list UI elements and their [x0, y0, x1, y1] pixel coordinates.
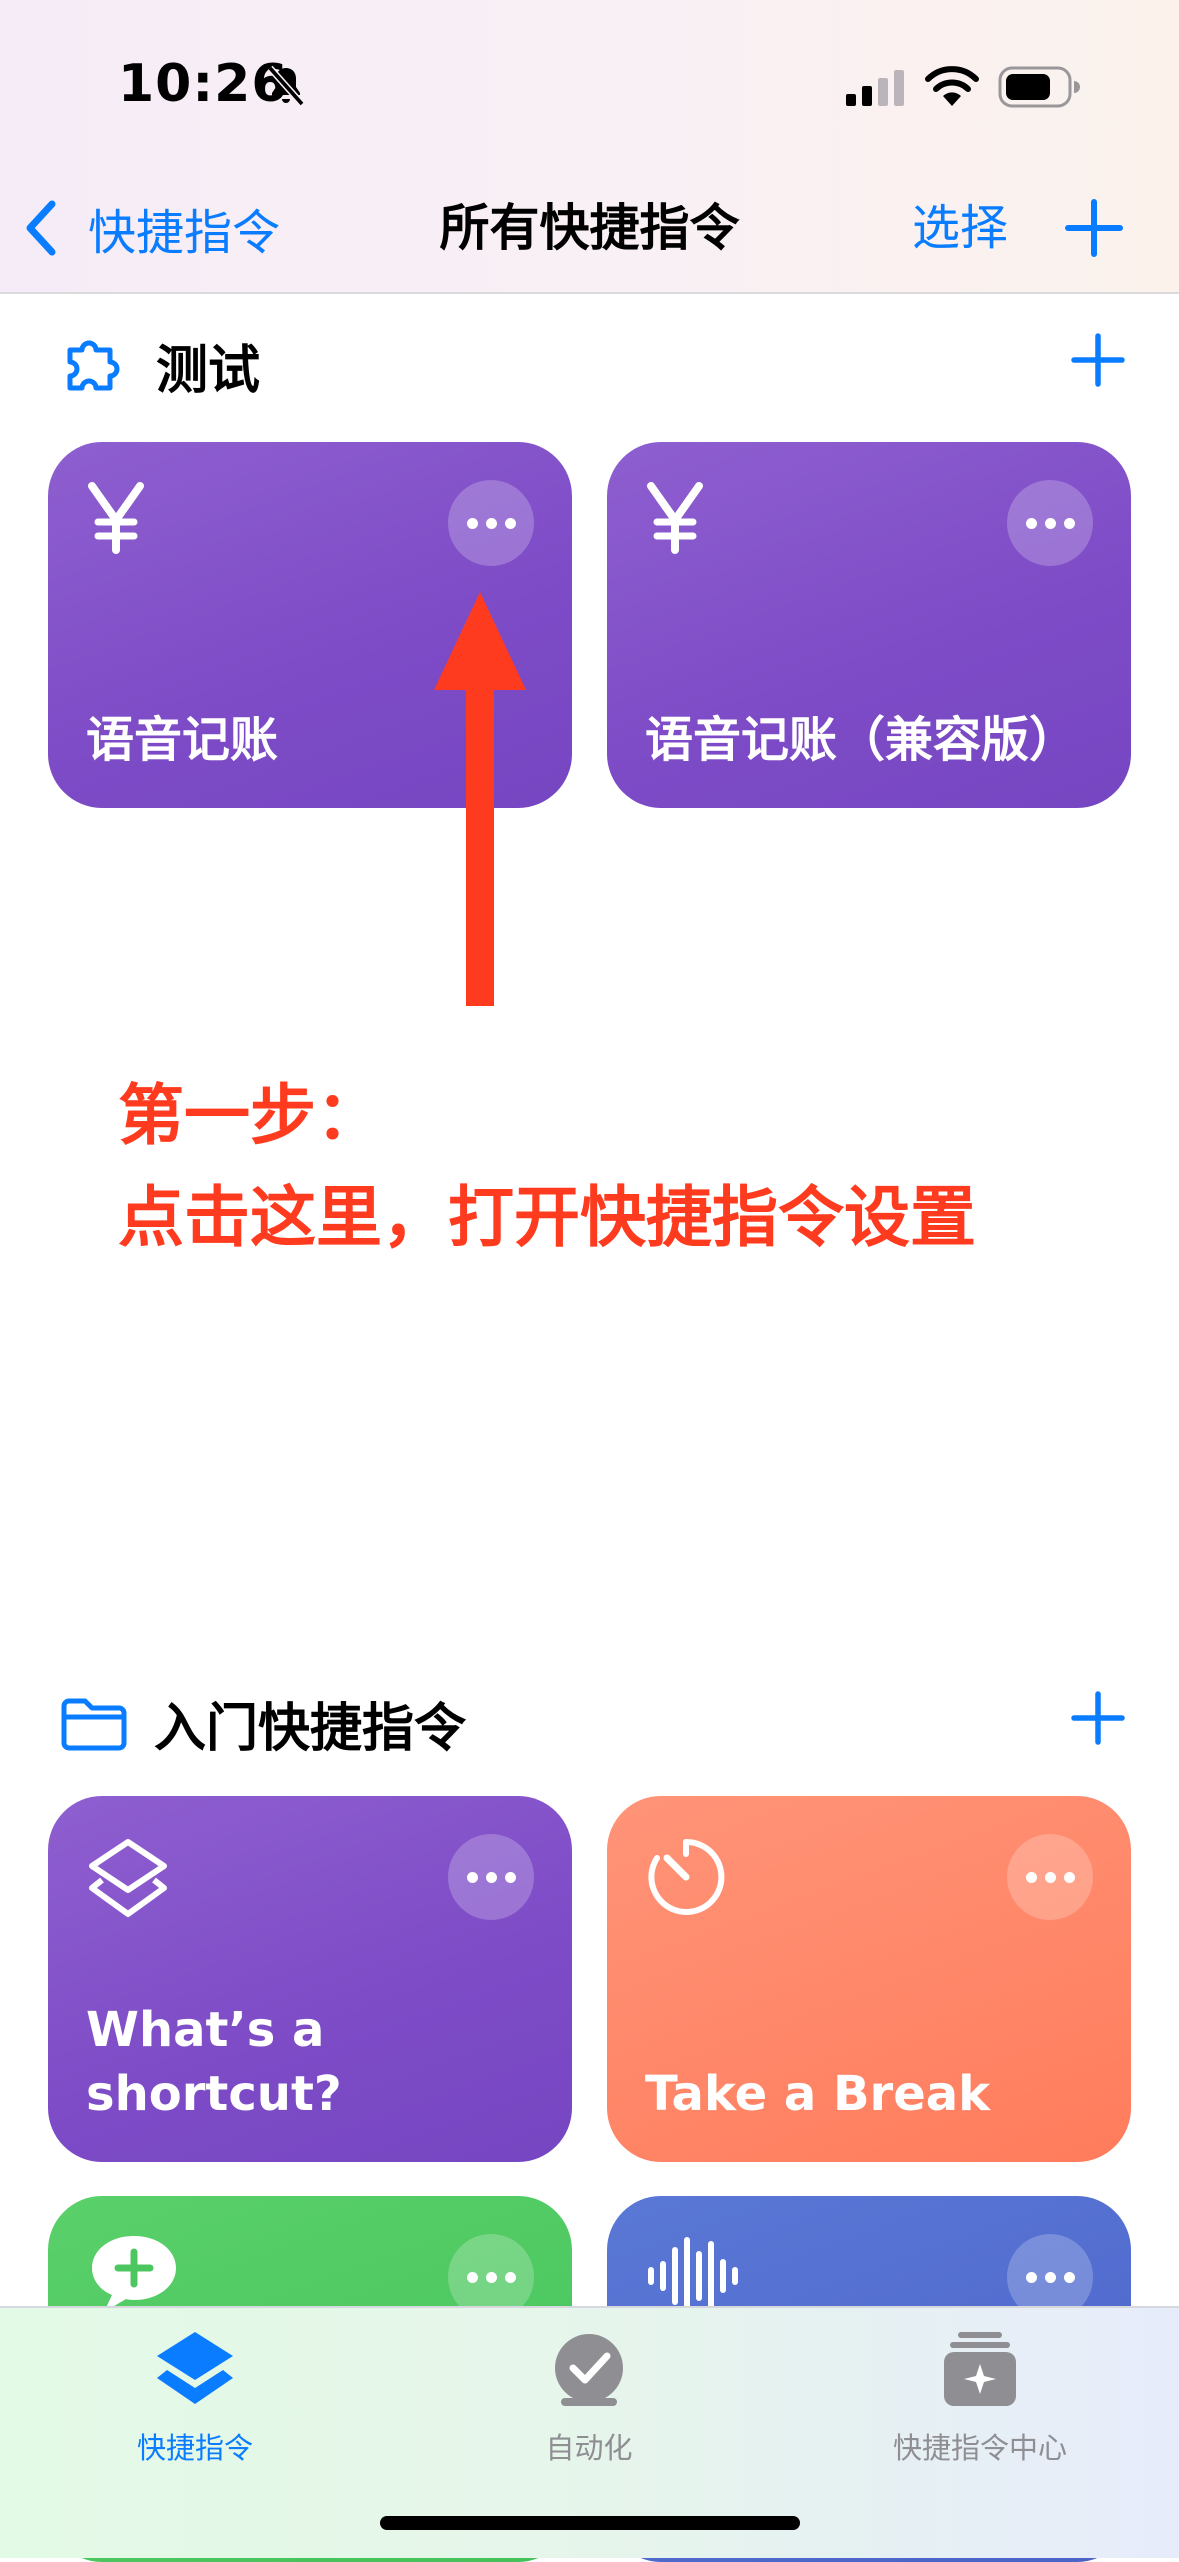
- shortcut-card[interactable]: What’s a shortcut?: [48, 1796, 572, 2162]
- add-to-folder-button[interactable]: [1066, 1686, 1130, 1750]
- battery-icon: [998, 66, 1080, 108]
- yen-icon: [647, 482, 703, 554]
- tab-label: 快捷指令: [136, 2431, 253, 2465]
- add-shortcut-button[interactable]: [1062, 196, 1126, 260]
- shortcut-card[interactable]: 语音记账（兼容版）: [607, 442, 1131, 808]
- select-button[interactable]: 选择: [912, 196, 1008, 260]
- more-options-button[interactable]: [448, 480, 534, 566]
- cellular-signal-icon: [846, 70, 904, 106]
- silent-bell-icon: [267, 65, 305, 107]
- tab-automation[interactable]: 自动化: [439, 2328, 739, 2467]
- more-options-button[interactable]: [448, 1834, 534, 1920]
- shortcut-name-line2: shortcut?: [86, 2066, 342, 2122]
- shortcut-name: Take a Break: [645, 2066, 991, 2122]
- tab-label: 自动化: [545, 2431, 633, 2465]
- shortcut-name: What’s a shortcut?: [86, 1998, 532, 2126]
- shortcut-name-line1: What’s a: [86, 2002, 325, 2058]
- yen-icon: [88, 482, 144, 554]
- layers-icon: [89, 1839, 167, 1917]
- add-to-folder-button[interactable]: [1066, 328, 1130, 392]
- tab-label: 快捷指令中心: [892, 2431, 1067, 2465]
- section-title: 入门快捷指令: [154, 1699, 467, 1759]
- annotation-arrow: [434, 592, 526, 1006]
- shortcut-name: 语音记账（兼容版）: [645, 712, 1078, 768]
- section-header-test[interactable]: 测试: [56, 328, 260, 403]
- shortcuts-icon: [157, 2332, 233, 2404]
- home-indicator: [380, 2516, 800, 2530]
- shortcut-card[interactable]: Take a Break: [607, 1796, 1131, 2162]
- tab-shortcuts[interactable]: 快捷指令: [45, 2328, 345, 2467]
- more-options-button[interactable]: [1007, 480, 1093, 566]
- automation-icon: [555, 2334, 623, 2406]
- gallery-icon: [944, 2332, 1016, 2406]
- section-header-starter[interactable]: 入门快捷指令: [58, 1686, 466, 1761]
- timer-icon: [648, 1838, 725, 1915]
- waveform-icon: [648, 2237, 738, 2315]
- section-title: 测试: [156, 341, 261, 401]
- puzzle-icon: [67, 340, 120, 390]
- tab-gallery[interactable]: 快捷指令中心: [830, 2328, 1130, 2467]
- annotation-step-text: 点击这里，打开快捷指令设置: [118, 1179, 976, 1256]
- folder-icon: [61, 1698, 127, 1750]
- wifi-icon: [925, 66, 979, 106]
- annotation-step-title: 第一步：: [118, 1077, 382, 1154]
- more-options-button[interactable]: [1007, 1834, 1093, 1920]
